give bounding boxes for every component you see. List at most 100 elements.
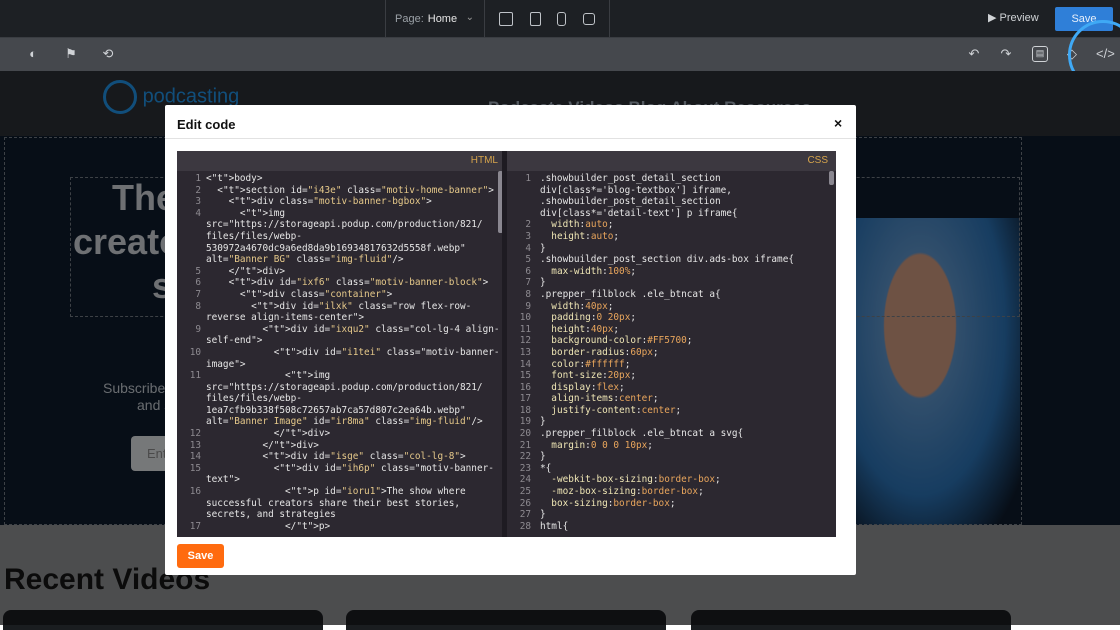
code-line: height:40px; [551,323,620,335]
line-number: 21 [519,439,531,451]
line-number [177,359,201,371]
code-line: .prepper_filblock .ele_btncat a{ [540,288,721,300]
line-number: 7 [195,288,201,300]
page-selector-value: Home [427,13,458,25]
code-line: border-radius:60px; [551,346,659,358]
code-line: color:#ffffff; [551,358,631,370]
code-line: </"t">div> [206,439,319,451]
line-number: 15 [189,462,201,474]
code-line: 1ea7cfb9b338f508c72657ab7ca57d807c2ea64b… [206,404,466,416]
line-number: 22 [519,451,531,463]
history-icon[interactable]: ⟲ [100,46,116,62]
code-line: div[class*='blog-textbox'] iframe, [540,184,732,196]
html-code[interactable]: <"t">body> <"t">section id="i43e" class=… [206,173,500,532]
css-code[interactable]: .showbuilder_post_detail_section div[clas… [540,173,794,532]
html-label: HTML [177,151,506,171]
line-number: 6 [195,277,201,289]
code-line: src="https://storageapi.podup.com/produc… [206,219,483,231]
code-line: <"t">p id="ioru1">The show where [206,486,466,498]
line-number [507,196,531,208]
code-line: <"t">section id="i43e" class="motiv-home… [206,184,494,196]
html-line-numbers: 1234 5678 9 10 11 12 13 14 15 16 17 [177,173,201,532]
line-number: 18 [519,404,531,416]
line-number [177,231,201,243]
code-line: } [540,277,546,289]
line-number: 7 [525,277,531,289]
line-number: 10 [189,346,201,358]
mobile-icon[interactable] [557,12,567,26]
tablet-icon[interactable] [529,12,541,26]
line-number [177,254,201,266]
modal-title: Edit code [177,117,236,132]
code-line: src="https://storageapi.podup.com/produc… [206,381,483,393]
redo-icon[interactable]: ↷ [998,46,1014,62]
line-number: 13 [519,346,531,358]
line-number: 1 [195,173,201,184]
line-number: 24 [519,474,531,486]
line-number: 27 [519,509,531,521]
line-number: 16 [519,381,531,393]
device-switcher [485,0,610,38]
css-label: CSS [507,151,836,171]
code-line: <"t">div id="ixf6" class="motiv-banner-b… [206,277,489,289]
line-number [177,474,201,486]
line-number: 14 [519,358,531,370]
fullscreen-icon[interactable] [582,13,595,25]
line-number [507,185,531,197]
code-line: files/files/webp- [206,393,302,405]
page-selector[interactable]: Page: Home ⌄ [385,0,485,38]
code-line: background-color:#FF5700; [551,335,693,347]
code-line: .prepper_filblock .ele_btncat a svg{ [540,428,744,440]
line-number: 11 [189,370,201,382]
code-line: 530972a4670dc9a6ed8da9b16934817632d5558f… [206,242,466,254]
line-number [177,382,201,394]
code-line: <"t">body> [206,173,263,184]
code-line: .showbuilder_post_detail_section [540,173,721,184]
code-line: image"> [206,358,246,370]
line-number: 13 [189,439,201,451]
css-line-numbers: 1 2 3 4 5 6 7 8 9 10 11 12 13 14 15 16 17 18 19 20 21 22 23 24… [507,173,531,532]
export-icon[interactable]: ▤ [1032,46,1048,62]
code-line: .showbuilder_post_detail_section [540,196,721,208]
code-line: alt="Banner BG" class="img-fluid"/> [206,254,404,266]
code-line: <"t">div id="ih6p" class="motiv-banner- [206,462,494,474]
line-number: 5 [195,265,201,277]
code-line: <"t">div id="isge" class="col-lg-8"> [206,451,466,463]
code-line: <"t">img [206,207,286,219]
editor-toolbar: ◐ ⚑ ⟲ ↶ ↷ ▤ ◇ </> [0,38,1120,71]
line-number: 9 [195,323,201,335]
bookmark-icon[interactable]: ⚑ [63,46,79,62]
close-icon[interactable]: × [834,115,842,131]
undo-icon[interactable]: ↶ [966,46,982,62]
line-number: 25 [519,486,531,498]
preview-button[interactable]: ▶ Preview [988,11,1039,24]
line-number: 26 [519,497,531,509]
line-number: 17 [189,520,201,532]
line-number [177,498,201,510]
code-line: <"t">div id="ilxk" class="row flex-row- [206,300,472,312]
html-editor[interactable]: HTML 1234 5678 9 10 11 12 13 14 15 16 17 <"… [177,151,506,537]
desktop-icon[interactable] [499,12,514,26]
css-scrollbar[interactable] [829,171,834,185]
code-line: files/files/webp- [206,230,302,242]
css-editor[interactable]: CSS 1 2 3 4 5 6 7 8 9 10 11 12 13 14 15 16 17 18 19 20 21 22… [507,151,836,537]
line-number: 4 [195,207,201,219]
line-number: 28 [519,520,531,532]
modal-save-button[interactable]: Save [177,544,224,568]
edit-code-modal: Edit code × HTML 1234 5678 9 10 11 12 13 1… [165,105,856,575]
code-line: </"t">div> [206,428,331,440]
code-line: display:flex; [551,381,625,393]
code-line: margin:0 0 0 10px; [551,439,653,451]
line-number: 4 [525,242,531,254]
code-line: } [540,242,546,254]
palette-icon[interactable]: ◐ [25,46,41,62]
code-line: max-width:100%; [551,265,636,277]
code-line: secrets, and strategies [206,509,336,521]
code-line: <"t">img [206,370,331,382]
code-line: } [540,416,546,428]
code-line: width:40px; [551,300,614,312]
line-number: 15 [519,370,531,382]
line-number: 14 [189,451,201,463]
line-number [507,208,531,220]
code-line: <"t">div class="motiv-banner-bgbox"> [206,196,432,208]
